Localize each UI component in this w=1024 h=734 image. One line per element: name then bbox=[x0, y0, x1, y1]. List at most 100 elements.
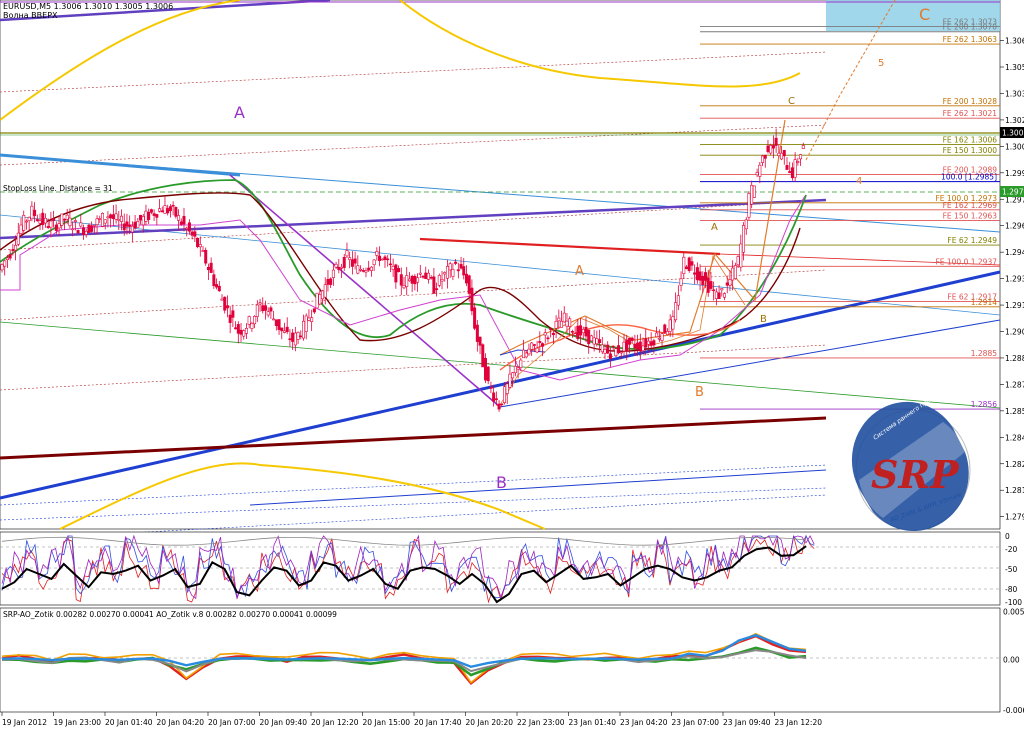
candle-body bbox=[703, 272, 707, 281]
chart-canvas[interactable]: FE 262 1.3073FE 200 1.3070FE 262 1.3063F… bbox=[0, 0, 1024, 730]
candle-body bbox=[435, 288, 439, 291]
candle-body bbox=[11, 249, 15, 252]
time-tick-label: 23 Jan 09:40 bbox=[723, 718, 771, 727]
candle-body bbox=[98, 218, 102, 220]
candle-body bbox=[19, 224, 23, 234]
wave-label-B-tiny: B bbox=[760, 314, 767, 325]
candle-body bbox=[296, 332, 300, 340]
candle-body bbox=[663, 324, 667, 333]
candle-body bbox=[429, 276, 433, 279]
candle-body bbox=[410, 275, 414, 284]
time-tick-label: 23 Jan 07:00 bbox=[672, 718, 720, 727]
candle-body bbox=[801, 145, 805, 149]
candle-body bbox=[215, 284, 219, 288]
candle-body bbox=[579, 325, 583, 336]
candle-body bbox=[263, 305, 267, 311]
candle-body bbox=[120, 215, 124, 222]
candle-body bbox=[380, 258, 384, 261]
candle-body bbox=[402, 285, 406, 289]
candle-body bbox=[141, 216, 145, 226]
wave-label-B-small: B bbox=[695, 385, 704, 400]
candle-body bbox=[782, 150, 786, 157]
current-price-value: 1.3006 bbox=[1002, 129, 1024, 138]
candle-body bbox=[424, 272, 428, 280]
price-tick-label: 1.3050 bbox=[1005, 63, 1024, 72]
price-tick-label: 1.2810 bbox=[1005, 486, 1024, 495]
candle-body bbox=[554, 320, 558, 329]
price-tick-label: 1.2945 bbox=[1005, 248, 1024, 257]
candle-body bbox=[443, 272, 447, 275]
time-tick-label: 20 Jan 09:40 bbox=[260, 718, 308, 727]
candle-body bbox=[633, 343, 637, 349]
wave-label-B-big: B bbox=[496, 473, 507, 492]
candle-body bbox=[511, 372, 515, 379]
candle-body bbox=[557, 317, 561, 322]
candle-body bbox=[576, 325, 580, 340]
candle-body bbox=[114, 213, 118, 220]
candle-body bbox=[717, 292, 721, 299]
candle-body bbox=[340, 266, 344, 269]
candle-body bbox=[747, 193, 751, 218]
candle-body bbox=[310, 317, 314, 322]
candle-body bbox=[497, 403, 501, 410]
candle-body bbox=[646, 340, 650, 345]
wave-label-C-big: C bbox=[919, 5, 930, 24]
candle-body bbox=[448, 263, 452, 271]
candle-body bbox=[720, 288, 724, 291]
candle-body bbox=[652, 340, 656, 346]
ao-title: SRP-AO_Zotik 0.00282 0.00270 0.00041 AO_… bbox=[3, 610, 337, 619]
candle-body bbox=[101, 212, 105, 227]
candle-body bbox=[291, 332, 295, 342]
candle-body bbox=[49, 220, 53, 228]
candle-body bbox=[62, 218, 66, 221]
candle-body bbox=[318, 294, 322, 305]
candle-body bbox=[277, 319, 281, 330]
candle-body bbox=[723, 293, 727, 298]
candle-body bbox=[538, 341, 542, 343]
osc-tick-label: -20 bbox=[1005, 545, 1017, 554]
candle-body bbox=[285, 326, 289, 333]
candle-body bbox=[73, 220, 77, 222]
candle-body bbox=[641, 345, 645, 352]
candle-body bbox=[103, 219, 107, 224]
candle-body bbox=[698, 271, 702, 281]
candle-body bbox=[223, 296, 227, 311]
fib-label: 1.2856 bbox=[971, 400, 997, 409]
candle-body bbox=[174, 207, 178, 217]
candle-body bbox=[774, 137, 778, 146]
osc-tick-label: -100 bbox=[1005, 598, 1022, 607]
candle-body bbox=[163, 205, 167, 214]
candle-body bbox=[619, 351, 623, 354]
candle-body bbox=[598, 339, 602, 343]
candle-body bbox=[54, 224, 58, 231]
candle-body bbox=[565, 320, 569, 327]
candle-body bbox=[725, 282, 729, 286]
candle-body bbox=[220, 298, 224, 301]
candle-body bbox=[432, 276, 436, 294]
candle-body bbox=[483, 357, 487, 381]
candle-body bbox=[16, 232, 20, 245]
candle-body bbox=[166, 208, 170, 214]
candle-body bbox=[76, 230, 80, 234]
candle-body bbox=[152, 213, 156, 216]
candle-body bbox=[790, 167, 794, 179]
candle-body bbox=[785, 165, 789, 170]
time-tick-label: 20 Jan 17:40 bbox=[414, 718, 462, 727]
candle-body bbox=[568, 318, 572, 327]
price-tick-label: 1.3005 bbox=[1005, 142, 1024, 151]
candle-body bbox=[87, 224, 91, 233]
candle-body bbox=[451, 269, 455, 277]
candle-body bbox=[206, 267, 210, 270]
candle-body bbox=[177, 215, 181, 221]
wave-label-5: 5 bbox=[878, 58, 884, 69]
price-tick-label: 1.2960 bbox=[1005, 222, 1024, 231]
candle-body bbox=[198, 244, 202, 248]
candle-body bbox=[769, 144, 773, 154]
chart-window: FE 262 1.3073 FE 200 1.3070 FE 262 1.3063 F… bbox=[0, 0, 1024, 730]
candle-body bbox=[0, 264, 4, 271]
candle-body bbox=[519, 359, 523, 368]
candle-body bbox=[589, 335, 593, 342]
time-tick-label: 20 Jan 07:00 bbox=[208, 718, 256, 727]
candle-body bbox=[182, 215, 186, 225]
candle-body bbox=[361, 270, 365, 272]
